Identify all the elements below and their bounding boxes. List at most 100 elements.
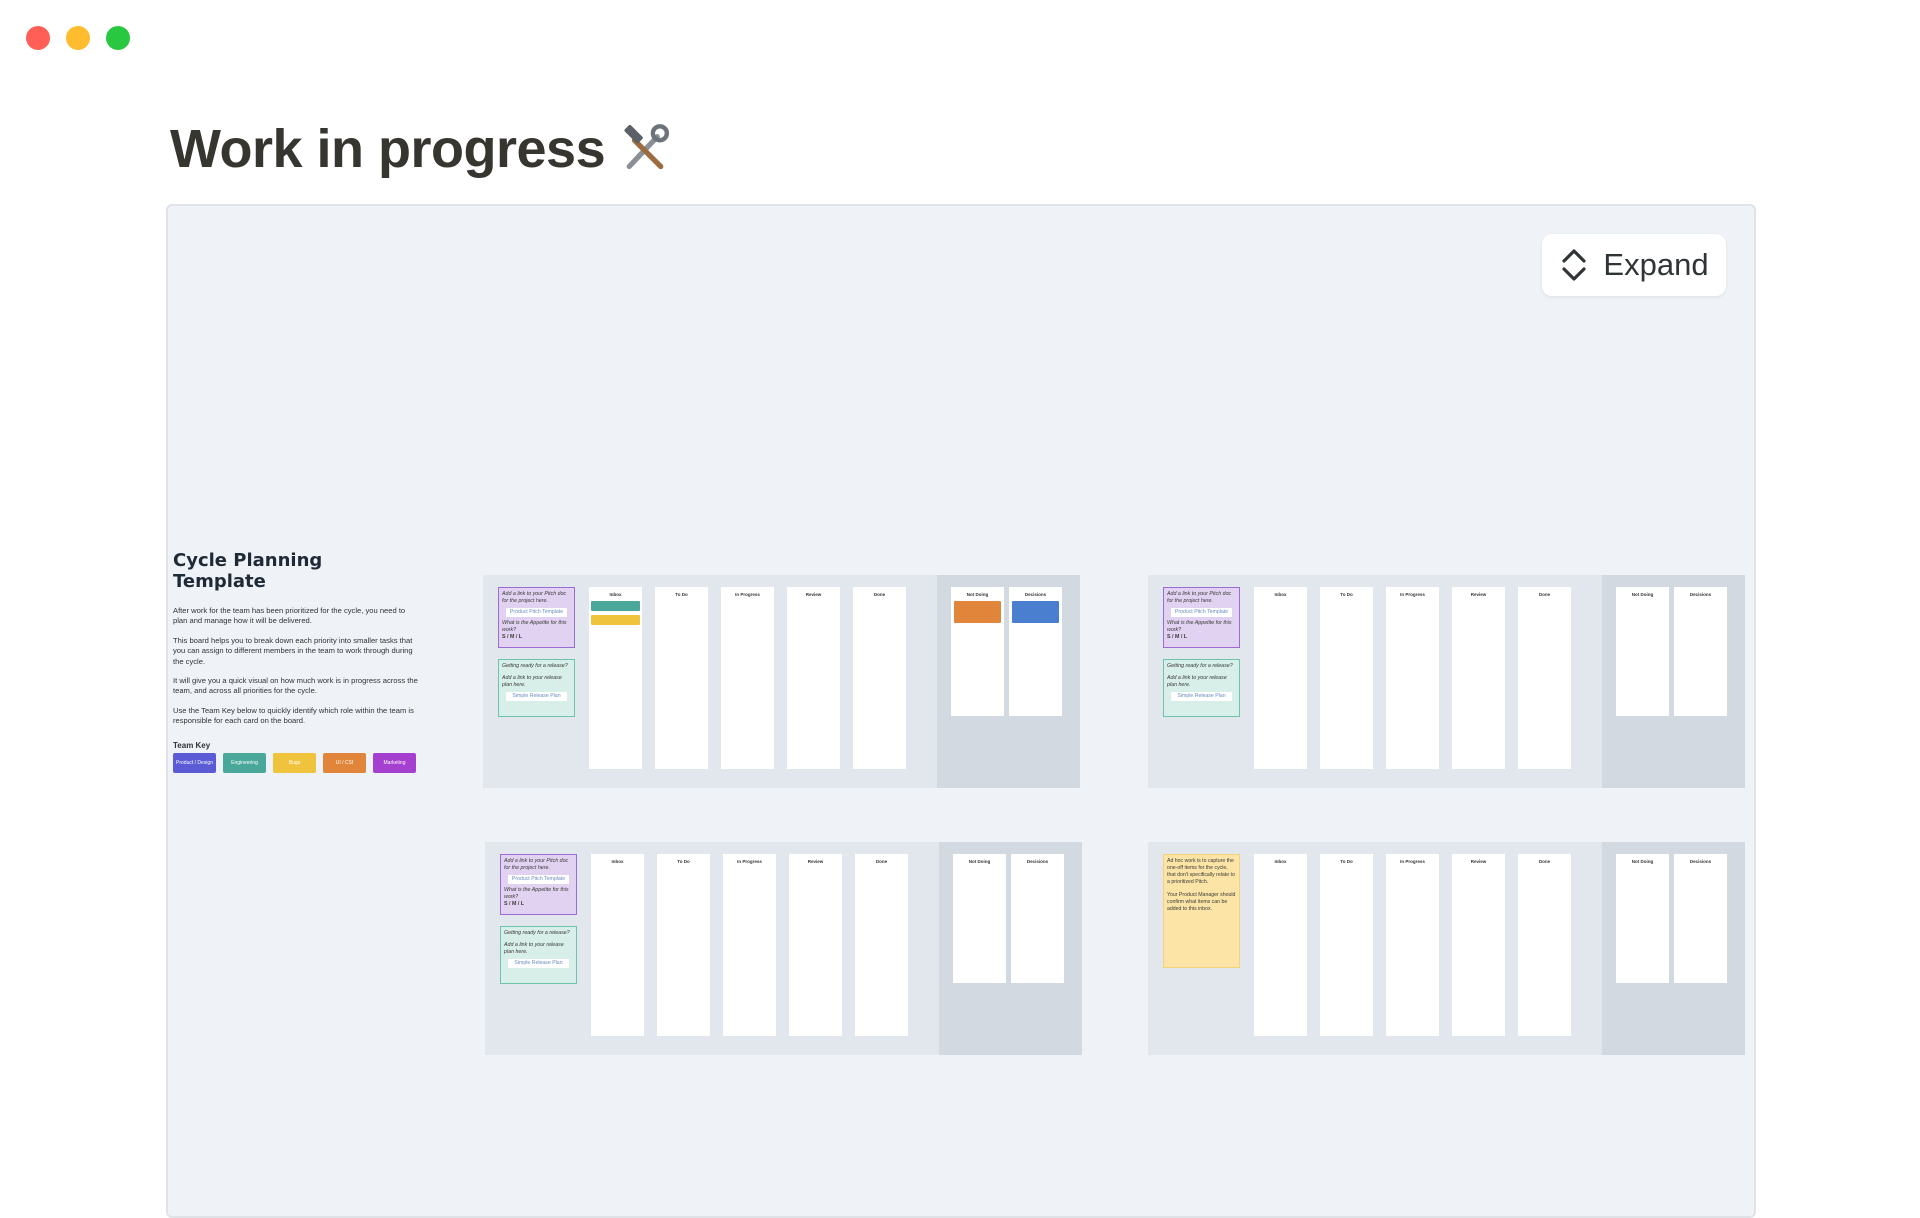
task-card[interactable]	[591, 615, 640, 625]
column-header: Inbox	[1274, 859, 1287, 864]
pitch-prompt: Add a link to your Pitch doc for the pro…	[1167, 591, 1232, 604]
column-review[interactable]: Review	[1452, 587, 1505, 769]
column-header: Done	[1538, 592, 1551, 597]
window-controls	[26, 26, 130, 50]
column-not-doing[interactable]: Not Doing	[1616, 854, 1669, 983]
adhoc-board[interactable]: Ad hoc work is to capture the one-off it…	[1148, 842, 1745, 1055]
team-key-chip: Bugs	[273, 752, 316, 773]
column-decisions[interactable]: Decisions	[1674, 587, 1727, 716]
intro-paragraph: After work for the team has been priorit…	[173, 606, 406, 626]
priority-board[interactable]: Add a link to your Pitch doc for the pro…	[483, 575, 1080, 788]
close-window-button[interactable]	[26, 26, 50, 50]
column-review[interactable]: Review	[787, 587, 840, 769]
column-header: Review	[805, 592, 822, 597]
pitch-link[interactable]: Product Pitch Template	[506, 608, 567, 617]
column-header: To Do	[1340, 592, 1353, 597]
pitch-prompt: Add a link to your Pitch doc for the pro…	[502, 591, 567, 604]
column-to-do[interactable]: To Do	[1320, 854, 1373, 1036]
column-header: To Do	[1340, 859, 1353, 864]
column-in-progress[interactable]: In Progress	[723, 854, 776, 1036]
column-to-do[interactable]: To Do	[1320, 587, 1373, 769]
team-key-chip: Product / Design	[173, 752, 216, 773]
column-inbox[interactable]: Inbox	[1254, 854, 1307, 1036]
column-header: Inbox	[609, 592, 622, 597]
release-note[interactable]: Getting ready for a release? Add a link …	[500, 926, 577, 984]
board-side-panel: Not Doing Decisions	[937, 575, 1080, 788]
priority-board[interactable]: Add a link to your Pitch doc for the pro…	[485, 842, 1082, 1055]
adhoc-text: Ad hoc work is to capture the one-off it…	[1167, 858, 1235, 885]
task-card[interactable]	[954, 601, 1001, 623]
intro-paragraph: Use the Team Key below to quickly identi…	[173, 705, 414, 726]
column-header: Review	[807, 859, 824, 864]
column-done[interactable]: Done	[1518, 854, 1571, 1036]
release-link-prompt: Add a link to your release plan here.	[1167, 675, 1227, 688]
team-key: Product / Design Engineering Bugs UI / C…	[173, 752, 418, 773]
column-in-progress[interactable]: In Progress	[1386, 587, 1439, 769]
release-prompt: Getting ready for a release?	[502, 663, 568, 669]
release-note[interactable]: Getting ready for a release? Add a link …	[498, 659, 575, 717]
column-decisions[interactable]: Decisions	[1011, 854, 1064, 983]
column-not-doing[interactable]: Not Doing	[953, 854, 1006, 983]
column-header: Decisions	[1024, 592, 1047, 597]
column-done[interactable]: Done	[1518, 587, 1571, 769]
column-to-do[interactable]: To Do	[657, 854, 710, 1036]
column-review[interactable]: Review	[1452, 854, 1505, 1036]
column-header: Review	[1470, 592, 1487, 597]
column-header: To Do	[675, 592, 688, 597]
column-header: Not Doing	[1631, 592, 1654, 597]
column-header: Done	[1538, 859, 1551, 864]
pitch-note[interactable]: Add a link to your Pitch doc for the pro…	[498, 587, 575, 648]
column-in-progress[interactable]: In Progress	[721, 587, 774, 769]
appetite-sizes: S / M / L	[1167, 634, 1188, 640]
task-card[interactable]	[1012, 601, 1059, 623]
release-link[interactable]: Simple Release Plan	[508, 959, 569, 968]
minimize-window-button[interactable]	[66, 26, 90, 50]
column-not-doing[interactable]: Not Doing	[1616, 587, 1669, 716]
column-review[interactable]: Review	[789, 854, 842, 1036]
release-note[interactable]: Getting ready for a release? Add a link …	[1163, 659, 1240, 717]
maximize-window-button[interactable]	[106, 26, 130, 50]
board-side-panel: Not Doing Decisions	[1602, 842, 1745, 1055]
team-key-chip: Engineering	[223, 752, 266, 773]
expand-label: Expand	[1603, 247, 1709, 282]
column-header: Not Doing	[1631, 859, 1654, 864]
column-done[interactable]: Done	[853, 587, 906, 769]
column-inbox[interactable]: Inbox	[591, 854, 644, 1036]
board-side-panel: Not Doing Decisions	[939, 842, 1082, 1055]
pitch-note[interactable]: Add a link to your Pitch doc for the pro…	[500, 854, 577, 915]
template-heading: Cycle Planning Template	[173, 550, 323, 592]
adhoc-text-2: Your Product Manager should confirm what…	[1167, 892, 1236, 912]
expand-button[interactable]: Expand	[1542, 234, 1726, 296]
column-header: In Progress	[737, 859, 762, 864]
release-prompt: Getting ready for a release?	[1167, 663, 1233, 669]
column-header: Decisions	[1689, 592, 1712, 597]
column-inbox[interactable]: Inbox	[589, 587, 642, 769]
column-header: Done	[875, 859, 888, 864]
release-link[interactable]: Simple Release Plan	[1171, 692, 1232, 701]
appetite-sizes: S / M / L	[502, 634, 523, 640]
column-in-progress[interactable]: In Progress	[1386, 854, 1439, 1036]
column-header: Done	[873, 592, 886, 597]
priority-board[interactable]: Add a link to your Pitch doc for the pro…	[1148, 575, 1745, 788]
pitch-note[interactable]: Add a link to your Pitch doc for the pro…	[1163, 587, 1240, 648]
pitch-link[interactable]: Product Pitch Template	[508, 875, 569, 884]
column-header: In Progress	[1400, 859, 1425, 864]
team-key-label: Team Key	[173, 740, 211, 750]
task-card[interactable]	[591, 601, 640, 611]
column-not-doing[interactable]: Not Doing	[951, 587, 1004, 716]
hammer-and-wrench-icon	[624, 124, 670, 170]
adhoc-note[interactable]: Ad hoc work is to capture the one-off it…	[1163, 854, 1240, 968]
release-link[interactable]: Simple Release Plan	[506, 692, 567, 701]
column-decisions[interactable]: Decisions	[1009, 587, 1062, 716]
release-link-prompt: Add a link to your release plan here.	[502, 675, 562, 688]
column-done[interactable]: Done	[855, 854, 908, 1036]
team-key-chip: UI / CSI	[323, 752, 366, 773]
whiteboard-embed[interactable]: Expand Cycle Planning Template After wor…	[166, 204, 1756, 1218]
pitch-link[interactable]: Product Pitch Template	[1171, 608, 1232, 617]
column-inbox[interactable]: Inbox	[1254, 587, 1307, 769]
team-key-chip: Marketing	[373, 752, 416, 773]
column-to-do[interactable]: To Do	[655, 587, 708, 769]
column-decisions[interactable]: Decisions	[1674, 854, 1727, 983]
appetite-sizes: S / M / L	[504, 901, 525, 907]
template-intro: Cycle Planning Template After work for t…	[173, 550, 418, 773]
